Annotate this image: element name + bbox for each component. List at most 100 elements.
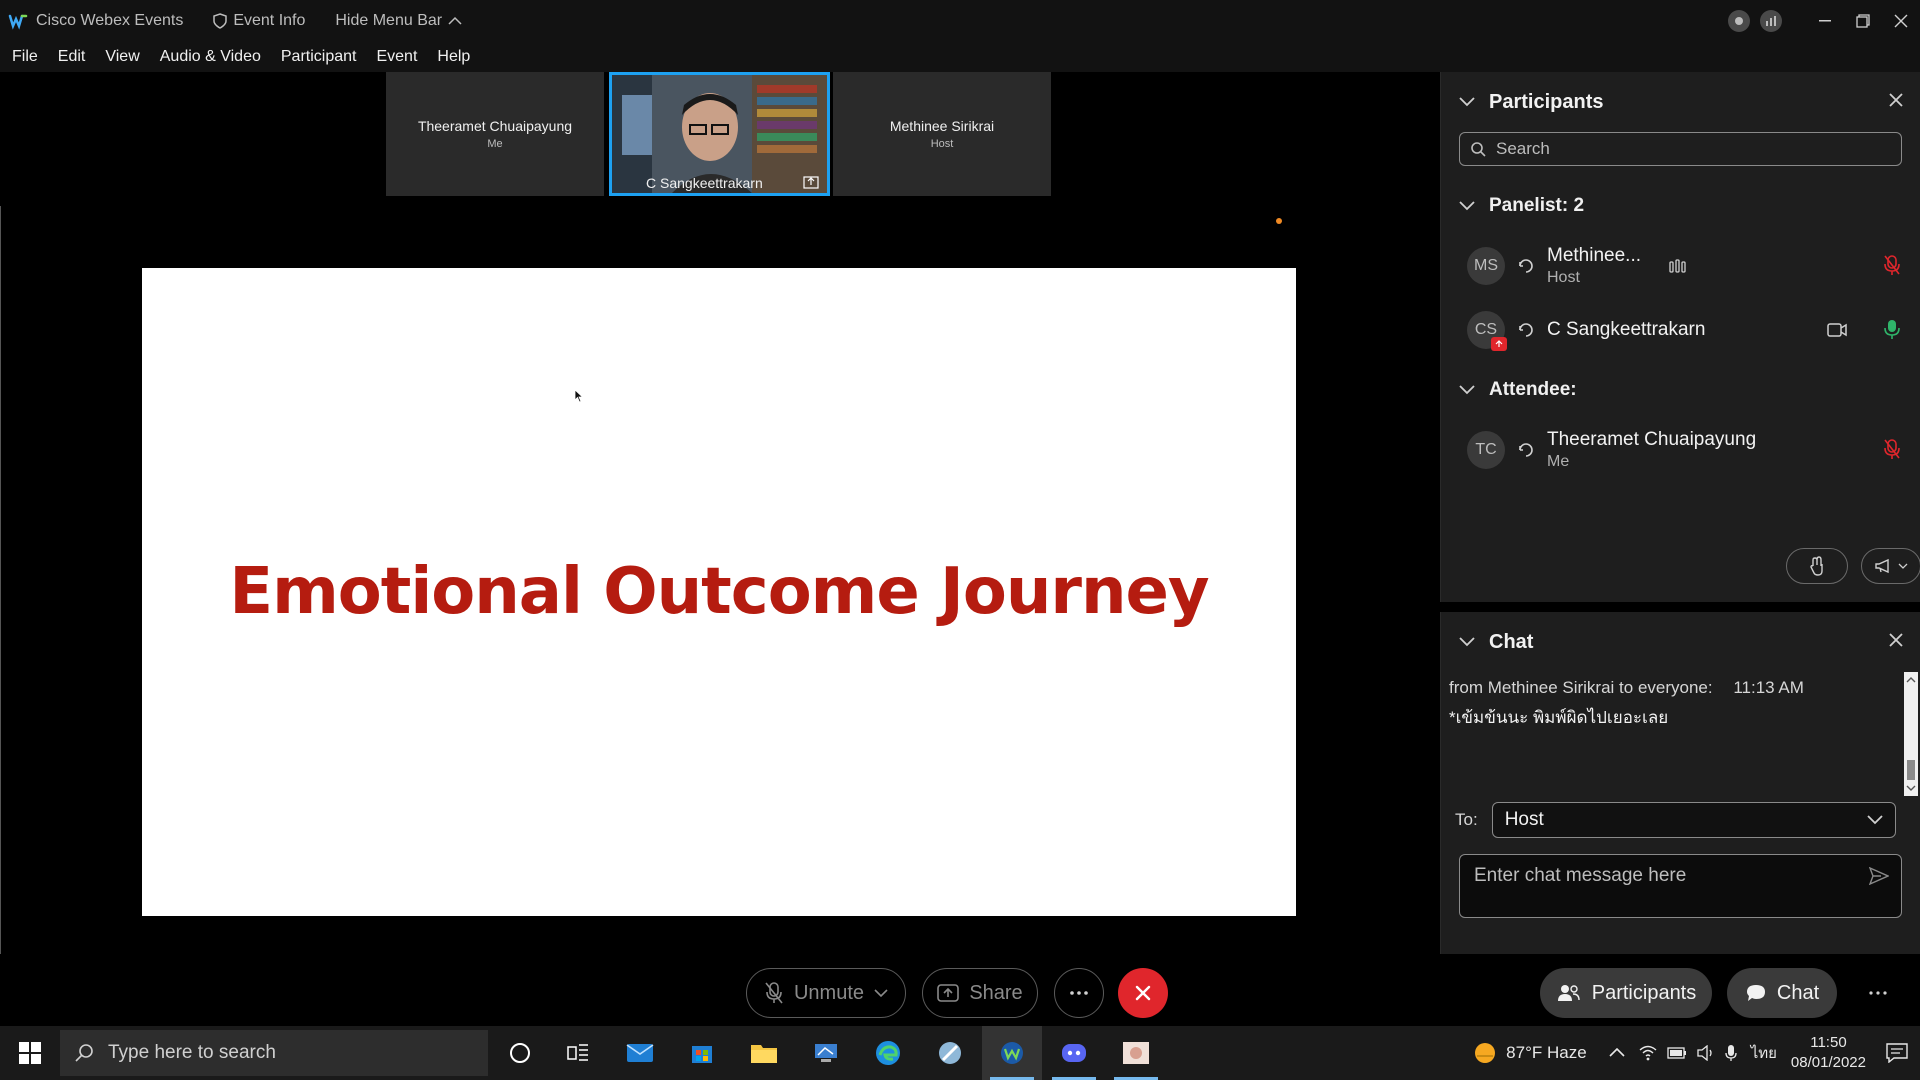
hide-menu-bar-button[interactable]: Hide Menu Bar [335,12,462,30]
unmute-button[interactable]: Unmute [746,968,906,1018]
start-button[interactable] [0,1026,60,1080]
chevron-up-icon[interactable] [1609,1048,1625,1058]
participant-row[interactable]: CS C Sangkeettrakarn [1441,298,1920,362]
hide-menu-bar-label: Hide Menu Bar [335,12,443,29]
tile-sub: Host [930,138,954,150]
slide: Emotional Outcome Journey [142,268,1296,916]
raise-hand-icon [1810,556,1823,576]
scroll-down-icon[interactable] [1904,782,1918,794]
minimize-icon[interactable] [1806,0,1844,42]
shield-icon [213,13,228,29]
store-icon[interactable] [672,1026,732,1080]
taskbar-search-input[interactable]: Type here to search [60,1030,488,1076]
status-icon[interactable] [1728,10,1750,32]
chat-header: Chat [1441,612,1920,672]
mic-muted-icon[interactable] [1883,254,1901,276]
cortana-icon[interactable] [490,1026,550,1080]
collapse-chevron-icon[interactable] [1459,97,1475,107]
event-info-button[interactable]: Event Info [213,12,305,30]
chevron-down-icon[interactable] [874,988,888,998]
menu-audio-video[interactable]: Audio & Video [160,48,261,66]
mic-on-icon[interactable] [1883,318,1901,340]
file-explorer-icon[interactable] [734,1026,794,1080]
menu-help[interactable]: Help [437,48,470,66]
volume-icon[interactable] [1697,1045,1715,1061]
chat-toggle-button[interactable]: Chat [1727,968,1837,1018]
chat-sender: from Methinee Sirikrai to everyone: [1449,678,1713,697]
clock-date: 08/01/2022 [1790,1054,1866,1071]
chat-scrollbar[interactable] [1904,672,1918,796]
remote-desktop-icon[interactable] [796,1026,856,1080]
input-language[interactable]: ไทย [1751,1041,1777,1065]
restore-icon[interactable] [1844,0,1882,42]
scroll-thumb[interactable] [1907,760,1915,780]
chat-message-input[interactable]: Enter chat message here [1459,854,1902,918]
close-panel-icon[interactable] [1888,632,1904,648]
chat-time: 11:13 AM [1733,678,1804,697]
panel-more-button[interactable] [1858,968,1898,1018]
share-button[interactable]: Share [922,968,1038,1018]
panelist-section-header[interactable]: Panelist: 2 [1441,178,1920,234]
video-tile-active-speaker[interactable]: C Sangkeettrakarn [609,72,830,196]
clock[interactable]: 11:50 08/01/2022 [1791,1033,1866,1073]
leave-event-button[interactable] [1118,968,1168,1018]
sharing-badge-icon [1491,337,1507,351]
menu-edit[interactable]: Edit [58,48,86,66]
recipient-select[interactable]: Host [1491,802,1896,838]
search-icon [1471,142,1486,157]
event-info-label: Event Info [233,12,306,29]
chat-message-meta: from Methinee Sirikrai to everyone: 11:1… [1441,672,1920,698]
more-options-button[interactable] [1054,968,1104,1018]
participants-toggle-button[interactable]: Participants [1540,968,1712,1018]
participants-title: Participants [1489,90,1604,113]
video-camera-icon[interactable] [1827,322,1847,338]
mic-muted-icon[interactable] [1883,438,1901,460]
participants-toggle-label: Participants [1591,981,1697,1004]
share-label: Share [969,981,1023,1004]
scroll-up-icon[interactable] [1904,674,1918,686]
microphone-tray-icon[interactable] [1725,1044,1737,1062]
pinned-app-2-icon[interactable] [1106,1026,1166,1080]
participant-role: Me [1547,453,1570,470]
weather-text[interactable]: 87°F Haze [1506,1043,1587,1063]
menu-file[interactable]: File [12,48,38,66]
audio-connection-icon [1519,443,1533,457]
menu-view[interactable]: View [105,48,139,66]
battery-icon[interactable] [1667,1047,1687,1059]
chat-bubble-icon [1746,985,1765,1001]
wifi-icon[interactable] [1639,1045,1657,1061]
attendee-section-header[interactable]: Attendee: [1441,362,1920,418]
participant-row[interactable]: MS Methinee... Host [1441,234,1920,298]
participant-search-input[interactable]: Search [1459,132,1902,166]
chat-title: Chat [1489,630,1534,653]
more-icon [1869,991,1887,995]
announce-button[interactable] [1861,548,1920,584]
system-tray: 87°F Haze ไทย 11:50 08/01/2022 [1472,1026,1920,1080]
shared-content-area[interactable]: Emotional Outcome Journey [142,206,1296,954]
participant-row[interactable]: TC Theeramet Chuaipayung Me [1441,418,1920,482]
webex-taskbar-icon[interactable] [982,1026,1042,1080]
unmute-label: Unmute [793,981,865,1004]
pinned-app-icon[interactable] [920,1026,980,1080]
tile-name: Methinee Sirikrai [889,118,995,134]
raise-hand-button[interactable] [1786,548,1848,584]
chat-input-placeholder: Enter chat message here [1474,865,1687,886]
mail-icon[interactable] [610,1026,670,1080]
send-icon[interactable] [1869,867,1889,885]
windows-taskbar: Type here to search 87°F Haze ไทย 11:50 … [0,1026,1920,1080]
close-panel-icon[interactable] [1888,92,1904,108]
discord-icon[interactable] [1044,1026,1104,1080]
network-stats-icon[interactable] [1760,10,1782,32]
menu-event[interactable]: Event [376,48,417,66]
participant-role: Host [1547,269,1580,286]
menu-participant[interactable]: Participant [281,48,357,66]
task-view-icon[interactable] [548,1026,608,1080]
video-tile-theeramet[interactable]: Theeramet Chuaipayung Me [386,72,604,196]
edge-icon[interactable] [858,1026,918,1080]
close-window-icon[interactable] [1882,0,1920,42]
collapse-chevron-icon[interactable] [1459,637,1475,647]
taskbar-search-placeholder: Type here to search [108,1042,276,1063]
notifications-icon[interactable] [1886,1043,1908,1063]
participant-name: Methinee... [1547,245,1641,266]
video-tile-methinee[interactable]: Methinee Sirikrai Host [833,72,1051,196]
